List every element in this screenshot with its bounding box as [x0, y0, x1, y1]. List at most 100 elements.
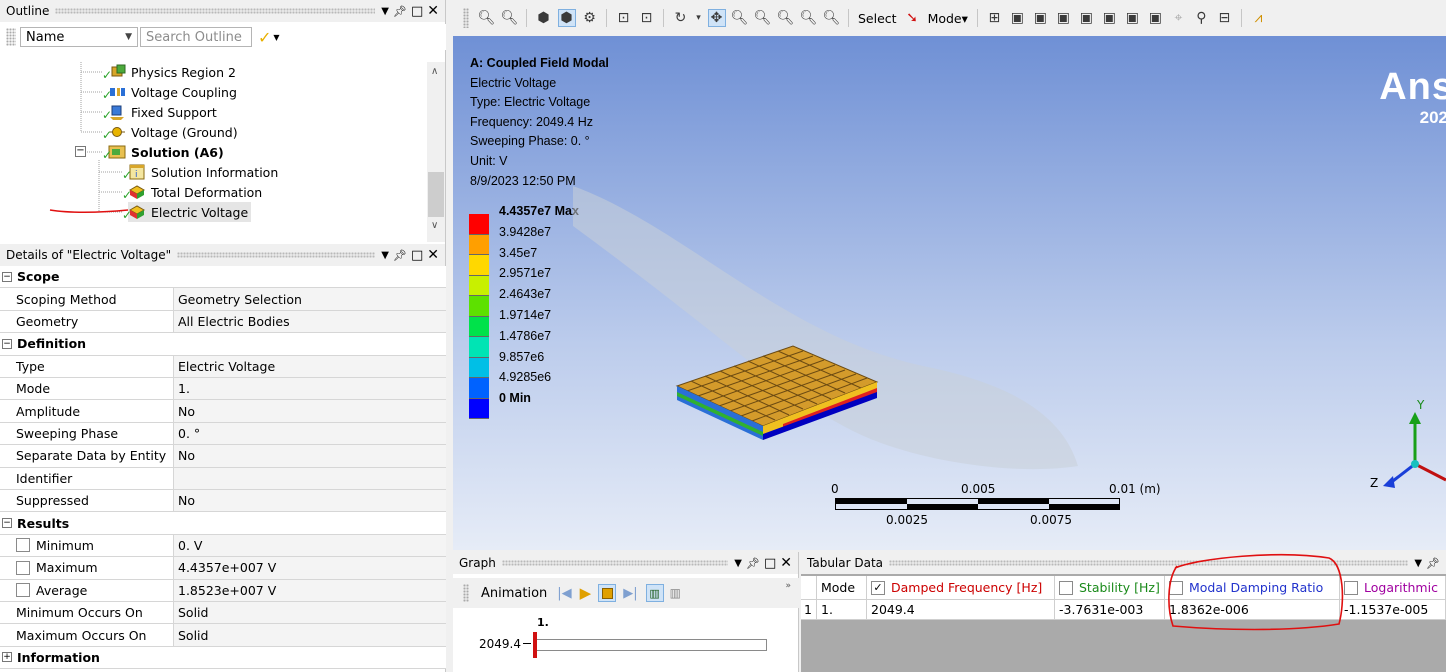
close-icon[interactable]: ✕: [427, 3, 439, 19]
pin-icon[interactable]: 📌︎: [1426, 557, 1440, 570]
details-section-scope[interactable]: − Scope: [0, 266, 446, 289]
stop-icon[interactable]: [598, 584, 617, 602]
maximize-icon[interactable]: □: [764, 556, 776, 571]
select-edge-icon[interactable]: ▣: [1031, 9, 1049, 27]
cell-mode[interactable]: 1.: [817, 600, 867, 620]
property-value[interactable]: 0. °: [174, 422, 446, 445]
toolbar-overflow-icon[interactable]: »: [785, 581, 791, 591]
panel-menu-arrow-icon[interactable]: ▼: [734, 558, 742, 569]
wireframe-icon[interactable]: ⬢: [535, 9, 553, 27]
select-face-icon[interactable]: ▣: [1054, 9, 1072, 27]
property-value[interactable]: 4.4357e+007 V: [174, 557, 446, 579]
select-cursor-icon[interactable]: ➘: [903, 9, 921, 27]
property-value[interactable]: [174, 467, 446, 489]
zoom-out-icon[interactable]: 🔍︎: [754, 9, 772, 27]
details-row-maximum-occurs-on[interactable]: Maximum Occurs On Solid: [0, 624, 446, 647]
first-frame-icon[interactable]: |◀: [557, 586, 571, 601]
details-row-scoping-method[interactable]: Scoping Method Geometry Selection: [0, 288, 446, 311]
property-value[interactable]: All Electric Bodies: [174, 310, 446, 333]
parameter-checkbox[interactable]: [16, 560, 30, 575]
select-body-icon[interactable]: ▣: [1077, 9, 1095, 27]
zoom-to-fit-icon[interactable]: 🔍︎: [800, 9, 818, 27]
col-header-damped-frequency[interactable]: ✓ Damped Frequency [Hz]: [867, 576, 1055, 600]
property-value[interactable]: 1.: [174, 378, 446, 400]
show-mesh-icon[interactable]: ⊡: [638, 9, 656, 27]
details-row-maximum[interactable]: Maximum 4.4357e+007 V: [0, 557, 446, 580]
shaded-icon[interactable]: ⬢: [557, 9, 576, 27]
details-row-geometry[interactable]: Geometry All Electric Bodies: [0, 310, 446, 334]
collapse-icon[interactable]: −: [2, 271, 12, 282]
distributed-frames-icon[interactable]: ▥: [645, 584, 664, 602]
col-header-stability[interactable]: Stability [Hz]: [1055, 576, 1165, 600]
result-frames-icon[interactable]: ▥: [670, 586, 681, 600]
graphics-viewport[interactable]: A: Coupled Field Modal Electric Voltage Ty…: [453, 36, 1446, 550]
last-frame-icon[interactable]: ▶|: [623, 586, 637, 601]
play-icon[interactable]: ▶: [580, 584, 592, 602]
maximize-icon[interactable]: □: [411, 4, 423, 19]
details-row-mode[interactable]: Mode 1.: [0, 378, 446, 401]
label-icon[interactable]: ⊟: [1215, 9, 1233, 27]
property-value[interactable]: Electric Voltage: [174, 355, 446, 377]
outline-scrollbar[interactable]: ∧ ∨: [427, 62, 445, 242]
tree-item-physics-region-2[interactable]: ✓ Physics Region 2: [102, 62, 236, 82]
close-icon[interactable]: ✕: [427, 247, 439, 263]
select-element-icon[interactable]: ▣: [1146, 9, 1164, 27]
search-options-chevron-icon[interactable]: ✓: [258, 28, 271, 47]
select-mesh-icon[interactable]: ⊞: [985, 9, 1003, 27]
details-section-information[interactable]: + Information: [0, 646, 446, 670]
property-value[interactable]: 1.8523e+007 V: [174, 579, 446, 601]
details-row-suppressed[interactable]: Suppressed No: [0, 490, 446, 513]
pan-icon[interactable]: ✥: [707, 9, 726, 27]
tree-item-solution-a6[interactable]: ✓ Solution (A6): [102, 142, 224, 163]
details-section-definition[interactable]: − Definition: [0, 333, 446, 356]
name-filter-combo[interactable]: Name ▼: [20, 27, 138, 47]
magnifier-icon[interactable]: 🔍︎: [823, 9, 841, 27]
details-row-type[interactable]: Type Electric Voltage: [0, 355, 446, 378]
mode-button[interactable]: Mode▾: [928, 11, 968, 26]
details-row-minimum-occurs-on[interactable]: Minimum Occurs On Solid: [0, 602, 446, 625]
tree-item-voltage-coupling[interactable]: ✓ Voltage Coupling: [102, 82, 237, 103]
dropdown-icon[interactable]: ▼: [273, 33, 279, 42]
coordinate-icon[interactable]: ⌖: [1169, 9, 1187, 27]
property-value[interactable]: No: [174, 400, 446, 422]
pin-icon[interactable]: 📌︎: [746, 557, 760, 570]
display-options-icon[interactable]: ⚙︎: [581, 9, 599, 27]
tree-item-total-deformation[interactable]: ✓ Total Deformation: [122, 182, 262, 203]
scroll-up-icon[interactable]: ∧: [431, 66, 438, 77]
select-button[interactable]: Select: [858, 11, 897, 26]
details-row-sweeping-phase[interactable]: Sweeping Phase 0. °: [0, 422, 446, 446]
details-row-amplitude[interactable]: Amplitude No: [0, 400, 446, 423]
cell-damped-frequency[interactable]: 2049.4: [867, 600, 1055, 620]
select-element-face-icon[interactable]: ▣: [1123, 9, 1141, 27]
scroll-thumb[interactable]: [428, 172, 444, 217]
collapse-solution-icon[interactable]: −: [75, 146, 86, 157]
pin-icon[interactable]: 📌︎: [393, 249, 407, 262]
checkbox[interactable]: [1059, 580, 1073, 595]
expand-icon[interactable]: +: [2, 652, 12, 663]
show-vertices-icon[interactable]: ⊡: [615, 9, 633, 27]
property-value[interactable]: Geometry Selection: [174, 288, 446, 310]
select-node-icon[interactable]: ▣: [1100, 9, 1118, 27]
property-value[interactable]: No: [174, 490, 446, 512]
panel-menu-arrow-icon[interactable]: ▼: [381, 6, 389, 17]
zoom-in-icon[interactable]: 🔍︎: [731, 9, 749, 27]
details-row-minimum[interactable]: Minimum 0. V: [0, 534, 446, 558]
checkbox-checked[interactable]: ✓: [871, 580, 885, 595]
graph-bar[interactable]: [533, 639, 767, 651]
details-row-separate-data-by-entity[interactable]: Separate Data by Entity No: [0, 445, 446, 468]
chart-icon[interactable]: ⩘: [1249, 9, 1267, 27]
collapse-icon[interactable]: −: [2, 338, 12, 349]
property-value[interactable]: No: [174, 445, 446, 467]
property-value[interactable]: Solid: [174, 602, 446, 624]
collapse-icon[interactable]: −: [2, 518, 12, 529]
details-row-identifier[interactable]: Identifier: [0, 467, 446, 490]
col-header-mode[interactable]: Mode: [817, 576, 867, 600]
dropdown-icon[interactable]: ▾: [695, 9, 703, 27]
search-outline-input[interactable]: Search Outline: [140, 27, 252, 47]
details-row-average[interactable]: Average 1.8523e+007 V: [0, 579, 446, 602]
graph-current-frame[interactable]: [533, 632, 537, 658]
probe-icon[interactable]: ⚲: [1192, 9, 1210, 27]
tree-item-fixed-support[interactable]: ✓ Fixed Support: [102, 102, 217, 123]
tree-item-electric-voltage[interactable]: ✓ Electric Voltage: [122, 202, 252, 222]
zoom-region-icon[interactable]: 🔍︎: [501, 9, 519, 27]
